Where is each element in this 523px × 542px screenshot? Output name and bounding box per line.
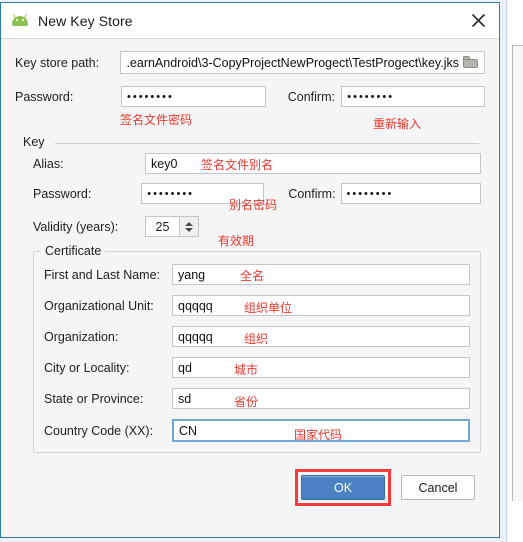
key-confirm-label: Confirm:: [288, 186, 336, 201]
key-validity-label: Validity (years):: [33, 219, 119, 234]
key-password-label: Password:: [33, 186, 92, 201]
keystore-path-label: Key store path:: [15, 55, 100, 70]
key-group-fields: Alias: key0 签名文件别名 Password: •••••••• Co…: [15, 153, 485, 248]
certificate-field-input[interactable]: CN: [172, 419, 470, 442]
certificate-field-input[interactable]: sd: [172, 388, 470, 409]
keystore-password-input[interactable]: ••••••••: [121, 86, 266, 107]
keystore-path-input[interactable]: .earnAndroid\3-CopyProjectNewProgect\Tes…: [120, 51, 485, 74]
keystore-annotations: 签名文件密码 重新输入: [15, 111, 485, 131]
certificate-field-input[interactable]: qqqqq: [172, 326, 470, 347]
ok-button-highlight: OK: [295, 469, 391, 506]
backdrop-divider-b: [502, 0, 503, 542]
key-alias-row: Alias: key0 签名文件别名: [33, 153, 481, 174]
certificate-field-row: Organization: qqqqq 组织: [44, 326, 470, 347]
annotation-key-validity: 有效期: [218, 234, 255, 248]
keystore-confirm-label: Confirm:: [287, 89, 335, 104]
key-group-rule: [55, 143, 479, 144]
certificate-group-box: First and Last Name: yang 全名 Organizatio…: [33, 251, 481, 453]
keystore-confirm-value: ••••••••: [347, 90, 395, 103]
dialog-title: New Key Store: [38, 12, 133, 29]
key-confirm-input[interactable]: ••••••••: [340, 183, 481, 204]
key-password-row: Password: •••••••• Confirm: •••••••• 别名密…: [33, 183, 481, 212]
backdrop-divider-a: [506, 0, 507, 542]
keystore-password-row: Password: •••••••• Confirm: ••••••••: [15, 86, 485, 107]
certificate-field-row: City or Locality: qd 城市: [44, 357, 470, 378]
certificate-field-label: Organizational Unit:: [44, 298, 154, 313]
dialog-body: Key store path: .earnAndroid\3-CopyProje…: [1, 39, 499, 506]
android-robot-icon: [11, 13, 29, 28]
certificate-field-value: yang: [178, 267, 206, 282]
certificate-field-row: Country Code (XX): CN 国家代码: [44, 419, 470, 442]
key-group-header: Key: [15, 135, 485, 149]
certificate-field-value: qqqqq: [178, 298, 213, 313]
certificate-group-label: Certificate: [41, 244, 106, 258]
key-password-value: ••••••••: [147, 187, 195, 200]
keystore-path-row: Key store path: .earnAndroid\3-CopyProje…: [15, 51, 485, 74]
new-key-store-dialog: New Key Store Key store path: .earnAndro…: [0, 2, 500, 538]
chevron-up-icon[interactable]: [185, 221, 193, 226]
certificate-field-label: Country Code (XX):: [44, 423, 154, 438]
key-validity-stepper[interactable]: 25: [145, 216, 199, 237]
certificate-field-row: First and Last Name: yang 全名: [44, 264, 470, 285]
certificate-group: Certificate First and Last Name: yang 全名…: [33, 244, 481, 453]
keystore-password-value: ••••••••: [127, 90, 174, 103]
certificate-field-value: sd: [178, 391, 192, 406]
keystore-path-value: .earnAndroid\3-CopyProjectNewProgect\Tes…: [126, 55, 459, 70]
certificate-field-row: Organizational Unit: qqqqq 组织单位: [44, 295, 470, 316]
certificate-field-label: City or Locality:: [44, 360, 130, 375]
keystore-password-label: Password:: [15, 89, 74, 104]
dialog-button-bar: OK Cancel: [15, 469, 485, 506]
folder-icon[interactable]: [463, 56, 479, 69]
certificate-field-label: Organization:: [44, 329, 119, 344]
ok-button[interactable]: OK: [301, 475, 385, 500]
dialog-titlebar: New Key Store: [1, 3, 499, 39]
key-password-input[interactable]: ••••••••: [141, 183, 265, 204]
annotation-keystore-password: 签名文件密码: [120, 113, 193, 127]
certificate-field-value: CN: [179, 423, 198, 438]
key-validity-value[interactable]: 25: [145, 216, 179, 237]
certificate-field-value: qqqqq: [178, 329, 213, 344]
annotation-keystore-confirm: 重新输入: [373, 117, 422, 131]
certificate-field-label: State or Province:: [44, 391, 144, 406]
key-group-label: Key: [23, 135, 50, 149]
keystore-confirm-input[interactable]: ••••••••: [341, 86, 485, 107]
key-alias-value: key0: [151, 156, 178, 171]
chevron-down-icon[interactable]: [185, 227, 193, 232]
certificate-field-input[interactable]: qqqqq: [172, 295, 470, 316]
key-confirm-value: ••••••••: [346, 187, 394, 200]
certificate-field-label: First and Last Name:: [44, 267, 161, 282]
close-icon[interactable]: [463, 6, 493, 36]
backdrop-panel: [512, 45, 523, 501]
cancel-button[interactable]: Cancel: [401, 475, 475, 500]
stepper-arrows-icon[interactable]: [179, 216, 199, 237]
certificate-field-value: qd: [178, 360, 192, 375]
key-alias-input[interactable]: key0: [145, 153, 481, 174]
certificate-field-input[interactable]: yang: [172, 264, 470, 285]
certificate-field-row: State or Province: sd 省份: [44, 388, 470, 409]
key-alias-label: Alias:: [33, 156, 64, 171]
certificate-field-input[interactable]: qd: [172, 357, 470, 378]
key-validity-row: Validity (years): 25 有效期: [33, 216, 481, 248]
